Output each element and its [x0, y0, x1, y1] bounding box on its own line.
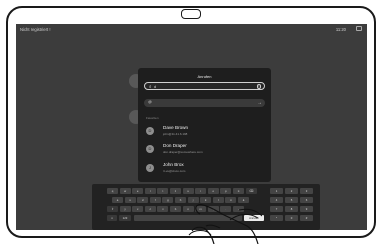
touch-hand-illustration [188, 203, 263, 244]
